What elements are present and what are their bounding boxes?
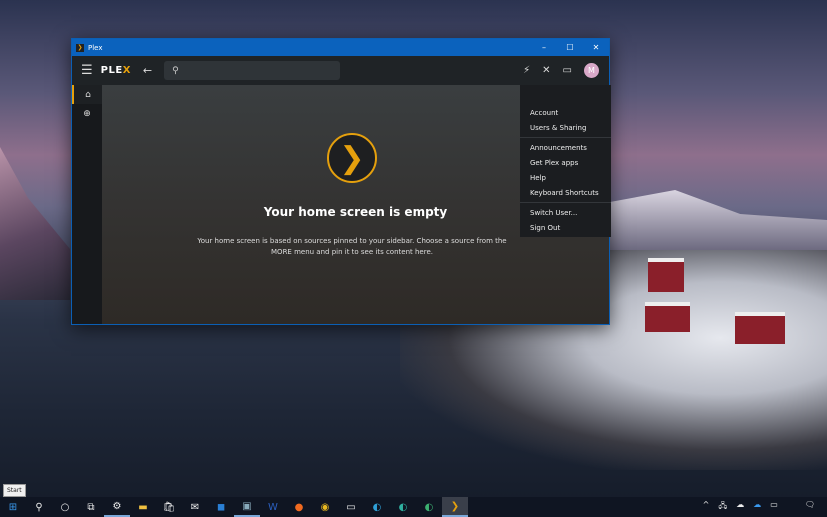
menu-item-get-plex-apps[interactable]: Get Plex apps bbox=[520, 155, 611, 170]
display-icon[interactable]: ▭ bbox=[770, 500, 778, 514]
outlook-icon[interactable]: ◼ bbox=[208, 497, 234, 517]
search-icon: ⚲ bbox=[172, 65, 179, 76]
cortana-icon[interactable]: ○ bbox=[52, 497, 78, 517]
minimize-button[interactable]: – bbox=[531, 43, 557, 52]
firefox-icon[interactable]: ● bbox=[286, 497, 312, 517]
wallpaper-mountains-right bbox=[610, 190, 827, 250]
menu-item-switch-user[interactable]: Switch User... bbox=[520, 205, 611, 220]
toolbar: ☰ PLEX ← ⚲ ⚡ ✕ ▭ M bbox=[72, 56, 609, 85]
user-avatar[interactable]: M bbox=[584, 63, 599, 78]
plex-logo[interactable]: PLEX bbox=[101, 65, 131, 76]
action-center-icon[interactable]: 🗨 bbox=[805, 500, 815, 514]
menu-item-help[interactable]: Help bbox=[520, 170, 611, 185]
wallpaper-mountain bbox=[0, 147, 70, 300]
mail-icon[interactable]: ✉ bbox=[182, 497, 208, 517]
onedrive-icon[interactable]: ☁ bbox=[736, 500, 744, 514]
edge-icon[interactable]: ◐ bbox=[364, 497, 390, 517]
plex-taskbar-icon[interactable]: ❯ bbox=[442, 497, 468, 517]
wallpaper-house bbox=[645, 302, 690, 332]
edge-beta-icon[interactable]: ◐ bbox=[390, 497, 416, 517]
back-arrow-icon[interactable]: ← bbox=[143, 64, 152, 77]
empty-subtitle: Your home screen is based on sources pin… bbox=[197, 237, 507, 256]
sidebar: ⌂ ⊕ bbox=[72, 85, 102, 324]
show-hidden-icons-chevron[interactable]: ^ bbox=[703, 500, 710, 514]
divider bbox=[520, 202, 611, 203]
plex-chevron-logo: ❯ bbox=[327, 133, 377, 183]
activity-icon[interactable]: ⚡ bbox=[523, 65, 530, 76]
menu-item-sign-out[interactable]: Sign Out bbox=[520, 220, 611, 235]
menu-item-users-sharing[interactable]: Users & Sharing bbox=[520, 120, 611, 135]
cast-icon[interactable]: ▭ bbox=[563, 65, 572, 76]
file-explorer-icon[interactable]: ▬ bbox=[130, 497, 156, 517]
task-view-icon[interactable]: ⧉ bbox=[78, 497, 104, 517]
network-icon[interactable]: 🖧 bbox=[718, 500, 727, 514]
onedrive-business-icon[interactable]: ☁ bbox=[753, 500, 761, 514]
edge-dev-icon[interactable]: ◐ bbox=[416, 497, 442, 517]
word-icon[interactable]: W bbox=[260, 497, 286, 517]
plex-window: ❯ Plex – ☐ ✕ ☰ PLEX ← ⚲ ⚡ ✕ ▭ M ⌂ ⊕ ❯ Yo… bbox=[71, 38, 611, 325]
search-icon[interactable]: ⚲ bbox=[26, 497, 52, 517]
menu-item-keyboard-shortcuts[interactable]: Keyboard Shortcuts bbox=[520, 185, 611, 200]
hamburger-menu-icon[interactable]: ☰ bbox=[81, 63, 93, 78]
search-input[interactable]: ⚲ bbox=[164, 61, 341, 80]
plex-app-icon: ❯ bbox=[76, 43, 84, 52]
home-icon[interactable]: ⌂ bbox=[72, 85, 102, 104]
chrome-icon[interactable]: ◉ bbox=[312, 497, 338, 517]
store-icon[interactable]: 🛍 bbox=[156, 497, 182, 517]
account-dropdown-menu: Account Users & Sharing Announcements Ge… bbox=[520, 85, 611, 237]
title-bar[interactable]: ❯ Plex – ☐ ✕ bbox=[72, 39, 609, 56]
settings-gear-icon[interactable]: ⚙ bbox=[104, 497, 130, 517]
settings-tools-icon[interactable]: ✕ bbox=[542, 65, 550, 76]
menu-item-announcements[interactable]: Announcements bbox=[520, 140, 611, 155]
menu-item-account[interactable]: Account bbox=[520, 105, 611, 120]
wallpaper-house bbox=[735, 312, 785, 344]
taskbar: ⊞ ⚲ ○ ⧉ ⚙ ▬ 🛍 ✉ ◼ ▣ W ● ◉ ▭ ◐ ◐ ◐ ❯ ^ 🖧 … bbox=[0, 497, 827, 517]
windows-start-icon[interactable]: ⊞ bbox=[0, 497, 26, 517]
window-title: Plex bbox=[88, 43, 103, 52]
wallpaper-house bbox=[648, 258, 684, 292]
start-tooltip: Start bbox=[3, 484, 26, 497]
divider bbox=[520, 137, 611, 138]
close-button[interactable]: ✕ bbox=[583, 43, 609, 52]
maximize-button[interactable]: ☐ bbox=[557, 43, 583, 52]
download-icon[interactable]: ⊕ bbox=[72, 104, 102, 123]
photos-icon[interactable]: ▣ bbox=[234, 497, 260, 517]
terminal-icon[interactable]: ▭ bbox=[338, 497, 364, 517]
